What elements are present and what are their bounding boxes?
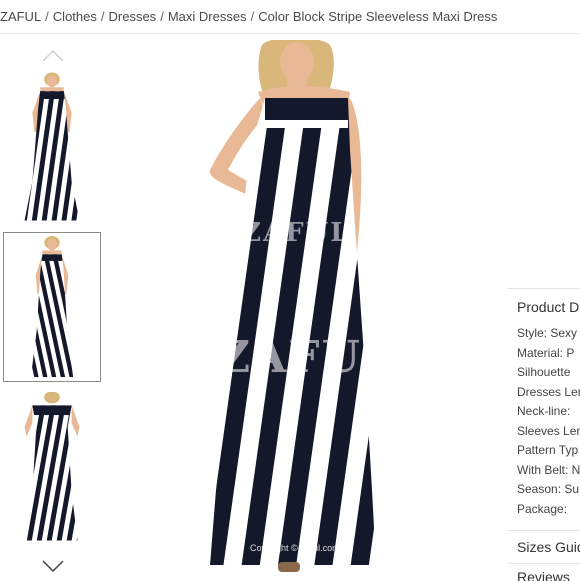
breadcrumb-link-clothes[interactable]: Clothes	[53, 9, 97, 24]
header-divider	[0, 33, 580, 34]
watermark-center: ZAFUL	[218, 332, 395, 383]
spec-item-dresses-length: Dresses Ler	[517, 384, 580, 399]
breadcrumb-current-page: Color Block Stripe Sleeveless Maxi Dress	[258, 9, 498, 24]
gallery-thumbnail-1[interactable]	[3, 72, 101, 222]
spec-item-season: Season: Su	[517, 482, 580, 496]
breadcrumb-separator: /	[100, 9, 105, 24]
thumbnail-dress-image	[24, 72, 80, 221]
breadcrumb-separator: /	[45, 9, 49, 24]
breadcrumb-separator: /	[160, 9, 164, 24]
copyright-text: Copyright © Zaful.com	[250, 543, 340, 553]
sizes-guide-link[interactable]: Sizes Guid	[517, 539, 580, 555]
gallery-up-button[interactable]	[42, 50, 64, 62]
gallery-thumbnail-2[interactable]	[3, 232, 101, 382]
chevron-up-icon	[42, 50, 64, 62]
gallery-thumbnail-3[interactable]	[3, 392, 101, 542]
breadcrumb-link-zaful[interactable]: ZAFUL	[0, 9, 41, 24]
thumbnail-dress-image	[24, 392, 80, 541]
spec-list: Style: Sexy Material: P Silhouette Dress…	[517, 326, 580, 521]
gallery-down-button[interactable]	[42, 560, 64, 572]
reviews-divider	[508, 563, 580, 564]
thumbnail-dress-image	[30, 235, 74, 378]
product-dress-photo	[209, 40, 376, 572]
spec-item-style: Style: Sexy	[517, 326, 578, 340]
product-details-panel: Product D Style: Sexy Material: P Silhou…	[508, 288, 580, 581]
spec-item-with-belt: With Belt: N	[517, 462, 580, 477]
spec-item-silhouette: Silhouette	[517, 365, 571, 379]
sizes-divider	[508, 530, 580, 531]
breadcrumb-separator: /	[250, 9, 255, 24]
chevron-down-icon	[42, 560, 64, 572]
breadcrumb-link-maxi-dresses[interactable]: Maxi Dresses	[168, 9, 247, 24]
spec-item-pattern-type: Pattern Typ	[517, 443, 579, 457]
spec-item-sleeves-length: Sleeves Len	[517, 423, 580, 438]
main-product-image[interactable]: ZAFUL ZAFUL Copyright © Zaful.com	[170, 40, 420, 580]
reviews-tab[interactable]: Reviews	[517, 569, 570, 581]
watermark-top: ZAFUL	[242, 218, 351, 248]
spec-item-package: Package:	[517, 501, 568, 516]
breadcrumb-link-dresses[interactable]: Dresses	[109, 9, 157, 24]
spec-item-neckline: Neck-line:	[517, 404, 571, 418]
product-details-title: Product D	[517, 299, 580, 315]
spec-item-material: Material: P	[517, 345, 575, 360]
breadcrumb: ZAFUL / Clothes / Dresses / Maxi Dresses / Color…	[0, 9, 580, 24]
